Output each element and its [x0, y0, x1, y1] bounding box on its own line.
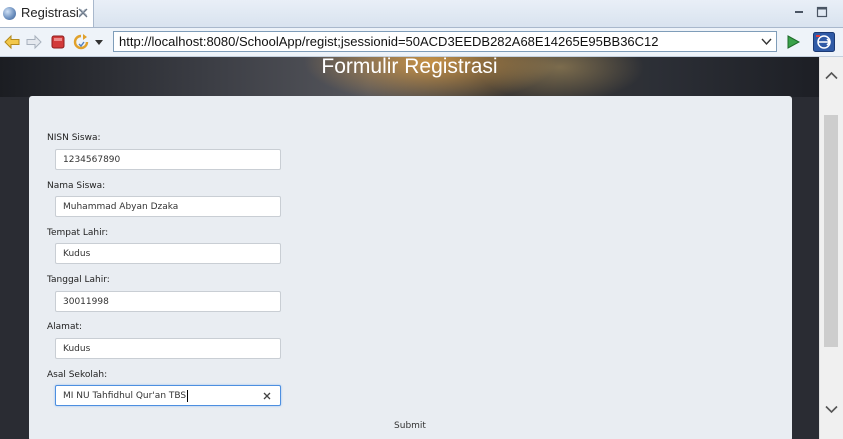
alamat-value: Kudus — [63, 344, 91, 354]
tab-title: Registrasi — [21, 5, 79, 20]
tab-registrasi[interactable]: Registrasi — [0, 0, 94, 27]
tempat-lahir-value: Kudus — [63, 249, 91, 259]
url-text[interactable]: http://localhost:8080/SchoolApp/regist;j… — [119, 34, 659, 49]
asal-sekolah-label: Asal Sekolah: — [47, 370, 108, 380]
scroll-up-icon[interactable] — [825, 71, 838, 80]
maximize-icon[interactable] — [815, 5, 829, 19]
scroll-down-icon[interactable] — [825, 405, 838, 414]
clear-icon[interactable] — [262, 391, 272, 401]
browser-viewport: Formulir Registrasi NISN Siswa: 12345678… — [0, 57, 819, 439]
page-title: Formulir Registrasi — [321, 57, 498, 78]
tanggal-lahir-value: 30011998 — [63, 297, 109, 307]
nisn-label: NISN Siswa: — [47, 133, 101, 143]
tempat-lahir-label: Tempat Lahir: — [47, 228, 109, 238]
tanggal-lahir-label: Tanggal Lahir: — [47, 275, 110, 285]
back-arrow-icon[interactable] — [3, 33, 21, 51]
external-browser-icon[interactable] — [813, 32, 835, 52]
nisn-value: 1234567890 — [63, 155, 121, 165]
alamat-input[interactable]: Kudus — [55, 338, 281, 359]
nama-input[interactable]: Muhammad Abyan Dzaka — [55, 196, 281, 217]
close-tab-icon[interactable] — [77, 7, 89, 19]
tanggal-lahir-input[interactable]: 30011998 — [55, 291, 281, 312]
stop-icon[interactable] — [49, 33, 67, 51]
tempat-lahir-input[interactable]: Kudus — [55, 243, 281, 264]
nisn-input[interactable]: 1234567890 — [55, 149, 281, 170]
scroll-thumb[interactable] — [824, 115, 838, 347]
submit-button[interactable]: Submit — [389, 418, 431, 434]
browser-toolbar: http://localhost:8080/SchoolApp/regist;j… — [0, 28, 843, 57]
nama-value: Muhammad Abyan Dzaka — [63, 202, 179, 212]
forward-arrow-icon[interactable] — [25, 33, 43, 51]
registration-form: NISN Siswa: 1234567890 Nama Siswa: Muham… — [29, 96, 792, 439]
asal-sekolah-value: MI NU Tahfidhul Qur'an TBS — [63, 391, 187, 401]
nama-label: Nama Siswa: — [47, 181, 106, 191]
go-icon[interactable] — [784, 33, 802, 51]
refresh-icon[interactable] — [72, 33, 90, 51]
alamat-label: Alamat: — [47, 322, 83, 332]
tab-strip: Registrasi — [0, 0, 843, 28]
url-bar[interactable]: http://localhost:8080/SchoolApp/regist;j… — [113, 31, 777, 52]
asal-sekolah-input[interactable]: MI NU Tahfidhul Qur'an TBS — [55, 385, 281, 406]
text-caret — [187, 390, 188, 402]
vertical-scrollbar[interactable] — [819, 57, 843, 439]
minimize-icon[interactable] — [792, 5, 806, 19]
refresh-dropdown-icon[interactable] — [93, 33, 105, 51]
url-dropdown-icon[interactable] — [761, 37, 772, 46]
globe-icon — [3, 7, 16, 20]
header-background: Formulir Registrasi — [0, 57, 819, 97]
